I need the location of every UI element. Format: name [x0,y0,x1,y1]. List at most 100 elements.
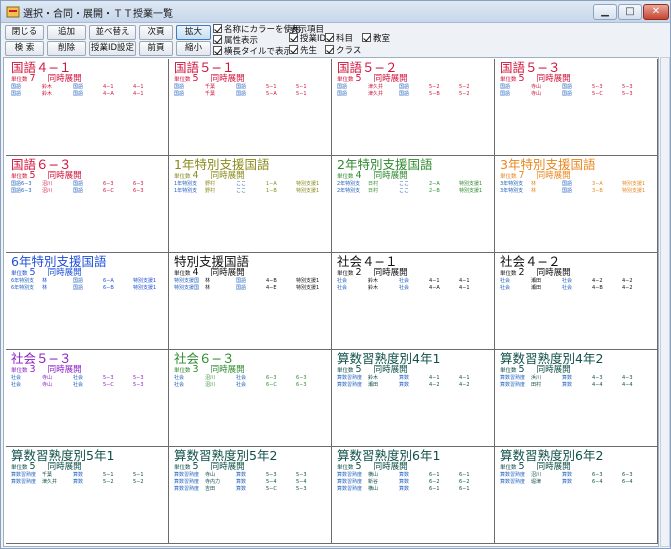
prev-page-button[interactable]: 前頁 [139,41,173,56]
tile-cell: 4−1 [459,278,470,284]
class-tile[interactable]: 特別支援国語 単位数 4 同時展開 特別支援国林国語 4−B 特別支援1 特別支援国林国語 4−… [169,253,332,350]
tile-cell: ここ [399,181,410,187]
class-tile[interactable]: 算数習熟度別5年2 単位数 5 同時展開 算数習熟度 寺山 算数 5−3 5−3 算数習熟度 寺内力… [169,447,332,544]
sort-button[interactable]: 並べ替え [89,25,136,40]
unit-count-value: 5 [518,73,525,84]
class-tile[interactable]: 社会４−２ 単位数 2 同時展開 社会 瀬田 社会 4−2 4−2 社会 瀬田 社会 4−B 4−2 [495,253,658,350]
tile-cell: 特別支援1 [133,285,157,291]
tile-cell: 国語 [236,91,247,97]
tile-row: 算数習熟度 千葉 算数 5−1 5−1 [11,472,167,479]
tile-type: 同時展開 [536,268,571,278]
class-tile[interactable]: 社会６−３ 単位数 3 同時展開 社会 沼川 社会 6−3 6−3 社会 沼川 社会 6−C 6−3 [169,350,332,447]
subject-checkbox[interactable]: 科目 [325,33,353,45]
unit-count-value: 7 [518,170,525,181]
tile-cell: 4−2 [459,382,470,388]
tile-cell: 瀬田 [368,382,379,388]
class-tile[interactable]: 6年特別支援国語 単位数 5 同時展開 6年特別支林国語 6−A 特別支援1 6年特別支林国語… [6,253,169,350]
tile-row: 算数習熟度 堀津 算数 6−4 6−4 [500,479,656,486]
class-tile[interactable]: 3年特別支援国語 単位数 7 同時展開 3年特別支林国語 3−A 特別支援1 3年特別支林国語… [495,156,658,253]
unit-count-label: 単位数 [11,271,28,277]
classroom-checkbox[interactable]: 教室 [362,33,390,45]
tile-cell: 算数 [236,479,247,485]
tile-row: 社会 沼川 社会 6−C 6−3 [174,382,330,389]
tile-cell: 5−1 [296,91,307,97]
tile-row: 社会 沼川 社会 6−3 6−3 [174,375,330,382]
delete-button[interactable]: 削除 [47,41,86,56]
class-tile[interactable]: 社会５−３ 単位数 3 同時展開 社会 寺山 社会 5−3 5−3 社会 寺山 社会 5−C 5−3 [6,350,169,447]
tile-cell: 寺山 [42,382,53,388]
class-tile[interactable]: 2年特別支援国語 単位数 4 同時展開 2年特別支 日村 ここ 2−A 特別支援1 2年特別支 日村… [332,156,495,253]
tile-cell: ここ [399,188,410,194]
tile-title: 国語６−３ [11,157,72,172]
class-tile[interactable]: 国語４−１ 単位数 7 同時展開 国語 鈴木 国語 4−1 4−1 国語 鈴木 国語 4−A 4−1 [6,59,169,156]
minimize-button[interactable]: ▁ [593,4,617,20]
close-window-button[interactable]: ✕ [643,4,669,20]
tile-cell: 沼川 [205,382,216,388]
tile-cell: 社会 [73,375,84,381]
tile-row: 算数習熟度 横山 算数 6−1 6−1 [337,472,493,479]
tile-cell: 1年特別支 [174,181,198,187]
class-tile[interactable]: 算数習熟度別6年2 単位数 5 同時展開 算数習熟度 沼川 算数 6−3 6−3 算数習熟度 堀津算… [495,447,658,544]
tile-type: 同時展開 [210,365,245,375]
close-button[interactable]: 閉じる [5,25,44,40]
unit-count-label: 単位数 [337,174,354,180]
zoom-in-button[interactable]: 拡大 [176,25,211,40]
class-tile[interactable]: 算数習熟度別6年1 単位数 5 同時展開 算数習熟度 横山 算数 6−1 6−1 算数習熟度 新谷算… [332,447,495,544]
tile-cell: 特別支援国 [174,278,200,284]
class-id-checkbox[interactable]: 授業ID [289,33,326,45]
class-tile[interactable]: 算数習熟度別4年2 単位数 5 同時展開 算数習熟度 浜川 算数 4−3 4−3 算数習熟度 田村算… [495,350,658,447]
class-tile[interactable]: 国語５−１ 単位数 5 同時展開 国語 千葉 国語 5−1 5−1 国語 千葉 国語 5−A 5−1 [169,59,332,156]
tile-rows: 算数習熟度 沼川 算数 6−3 6−3 算数習熟度 堀津 算数 6−4 6−4 [500,472,656,486]
tile-rows: 国語 鈴木 国語 4−1 4−1 国語 鈴木 国語 4−A 4−1 [11,84,167,98]
tile-cell: 6−4 [592,479,603,485]
tile-row: 算数習熟度 沼川 算数 6−3 6−3 [500,472,656,479]
tile-cell: 沼川 [531,472,542,478]
tile-type: 同時展開 [210,74,245,84]
class-tile[interactable]: 算数習熟度別4年1 単位数 5 同時展開 算数習熟度 鈴木 算数 4−1 4−1 算数習熟度 瀬田算… [332,350,495,447]
tile-row: 算数習熟度 新谷 算数 6−2 6−2 [337,479,493,486]
tile-cell: 5−3 [622,84,633,90]
class-tile[interactable]: 1年特別支援国語 単位数 4 同時展開 1年特別支 野村 ここ 1−A 特別支援1 1年特別支 野村… [169,156,332,253]
tile-rows: 国語6−3 沼川 国語 6−3 6−3 国語6−3 沼川 国語 6−C 6−3 [11,181,167,195]
maximize-button[interactable]: □ [618,4,642,20]
tile-cell: 5−3 [133,375,144,381]
checkbox-checked-icon [289,33,298,42]
tile-cell: 5−3 [266,472,277,478]
unit-count-label: 単位数 [337,465,354,471]
tile-cell: ここ [236,188,247,194]
tile-cell: 6−3 [592,472,603,478]
tile-cell: 4−1 [459,285,470,291]
search-button[interactable]: 検 索 [5,41,44,56]
teacher-checkbox[interactable]: 先生 [289,45,317,57]
add-button[interactable]: 追加 [47,25,86,40]
tile-rows: 算数習熟度 寺山 算数 5−3 5−3 算数習熟度 寺内力 算数 5−4 5−4 算数習熟度 吉田 算数… [174,472,330,493]
unit-count-label: 単位数 [500,368,517,374]
tile-rows: 特別支援国林国語 4−B 特別支援1 特別支援国林国語 4−E 特別支援1 [174,278,330,292]
class-id-settings-button[interactable]: 授業ID設定 [89,41,136,56]
unit-count-value: 4 [355,170,362,181]
tile-cell: 算数習熟度 [11,479,37,485]
unit-count-value: 5 [355,364,362,375]
class-tile[interactable]: 国語５−３ 単位数 5 同時展開 国語 寺山 国語 5−3 5−3 国語 寺山 国語 5−C 5−3 [495,59,658,156]
zoom-out-button[interactable]: 縮小 [176,41,211,56]
tile-cell: 6−1 [429,486,440,492]
tile-cell: 沼川 [42,181,53,187]
vertical-scrollbar[interactable] [660,57,670,547]
class-tile[interactable]: 国語６−３ 単位数 5 同時展開 国語6−3 沼川 国語 6−3 6−3 国語6−3 沼川 国語 6−C… [6,156,169,253]
tile-cell: 特別支援1 [622,188,646,194]
next-page-button[interactable]: 次頁 [139,25,173,40]
tile-cell: 5−3 [133,382,144,388]
tile-cell: 4−A [429,285,440,291]
tile-cell: 6−3 [133,188,144,194]
class-checkbox[interactable]: クラス [325,45,361,57]
tile-cell: 国語 [399,91,410,97]
tile-rows: 社会 瀬田 社会 4−2 4−2 社会 瀬田 社会 4−B 4−2 [500,278,656,292]
class-tile[interactable]: 社会４−１ 単位数 2 同時展開 社会 鈴木 社会 4−1 4−1 社会 鈴木 社会 4−A 4−1 [332,253,495,350]
tile-cell: 社会 [562,285,573,291]
class-tile[interactable]: 国語５−２ 単位数 5 同時展開 国語 津久井 国語 5−2 5−2 国語 津久井 国語 5−B 5−2 [332,59,495,156]
checkbox-checked-icon [213,35,222,44]
class-tile[interactable]: 算数習熟度別5年1 単位数 5 同時展開 算数習熟度 千葉 算数 5−1 5−1 算数習熟度 津久井… [6,447,169,544]
tile-rows: 国語 寺山 国語 5−3 5−3 国語 寺山 国語 5−C 5−3 [500,84,656,98]
tile-cell: 3−B [592,188,603,194]
tile-cell: 特別支援1 [622,181,646,187]
